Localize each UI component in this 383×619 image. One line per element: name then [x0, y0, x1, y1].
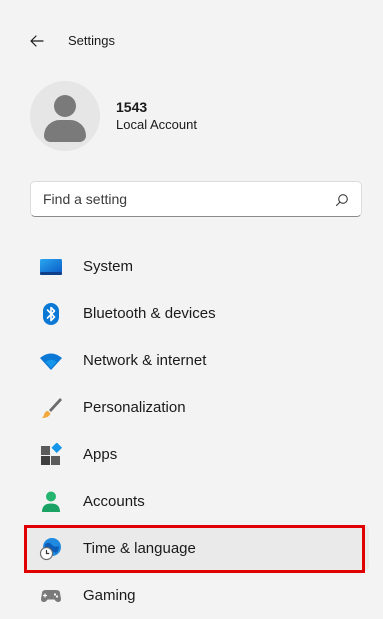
- sidebar-item-label: Time & language: [83, 539, 196, 557]
- sidebar-nav: System Bluetooth & devices Network & int…: [24, 243, 369, 619]
- profile-name: 1543: [116, 99, 148, 115]
- search-icon[interactable]: [335, 193, 349, 207]
- back-button[interactable]: [24, 28, 50, 54]
- sidebar-item-label: Bluetooth & devices: [83, 304, 216, 322]
- user-profile[interactable]: 1543 Local Account: [30, 80, 350, 152]
- sidebar-item-system[interactable]: System: [24, 243, 369, 289]
- search-input[interactable]: [31, 182, 333, 216]
- brush-icon: [42, 398, 62, 418]
- sidebar-item-apps[interactable]: Apps: [24, 431, 369, 477]
- sidebar-item-accounts[interactable]: Accounts: [24, 478, 369, 524]
- title-bar: Settings: [0, 0, 383, 80]
- sidebar-item-network[interactable]: Network & internet: [24, 337, 369, 383]
- sidebar-item-label: Gaming: [83, 586, 136, 604]
- wifi-icon: [40, 353, 62, 370]
- profile-account-type: Local Account: [116, 117, 197, 132]
- sidebar-item-label: Personalization: [83, 398, 186, 416]
- avatar-body-shape: [44, 120, 86, 142]
- person-icon: [42, 491, 60, 512]
- sidebar-item-label: System: [83, 257, 134, 275]
- globe-clock-icon: [39, 538, 61, 561]
- search-box[interactable]: [30, 181, 362, 217]
- profile-text: 1543 Local Account: [116, 98, 197, 134]
- sidebar-item-personalization[interactable]: Personalization: [24, 384, 369, 430]
- sidebar-item-label: Accounts: [83, 492, 145, 510]
- avatar-head-shape: [54, 95, 76, 117]
- arrow-left-icon: [30, 35, 44, 47]
- sidebar-item-bluetooth[interactable]: Bluetooth & devices: [24, 290, 369, 336]
- sidebar-item-label: Apps: [83, 445, 118, 463]
- sidebar-item-time-language[interactable]: Time & language: [24, 525, 369, 571]
- sidebar-item-label: Network & internet: [83, 351, 207, 369]
- bluetooth-icon: [43, 303, 59, 325]
- app-title: Settings: [68, 33, 115, 48]
- apps-icon: [41, 443, 63, 465]
- sidebar-item-gaming[interactable]: Gaming: [24, 572, 369, 618]
- avatar: [30, 81, 100, 151]
- monitor-icon: [40, 259, 62, 275]
- gamepad-icon: [41, 590, 61, 602]
